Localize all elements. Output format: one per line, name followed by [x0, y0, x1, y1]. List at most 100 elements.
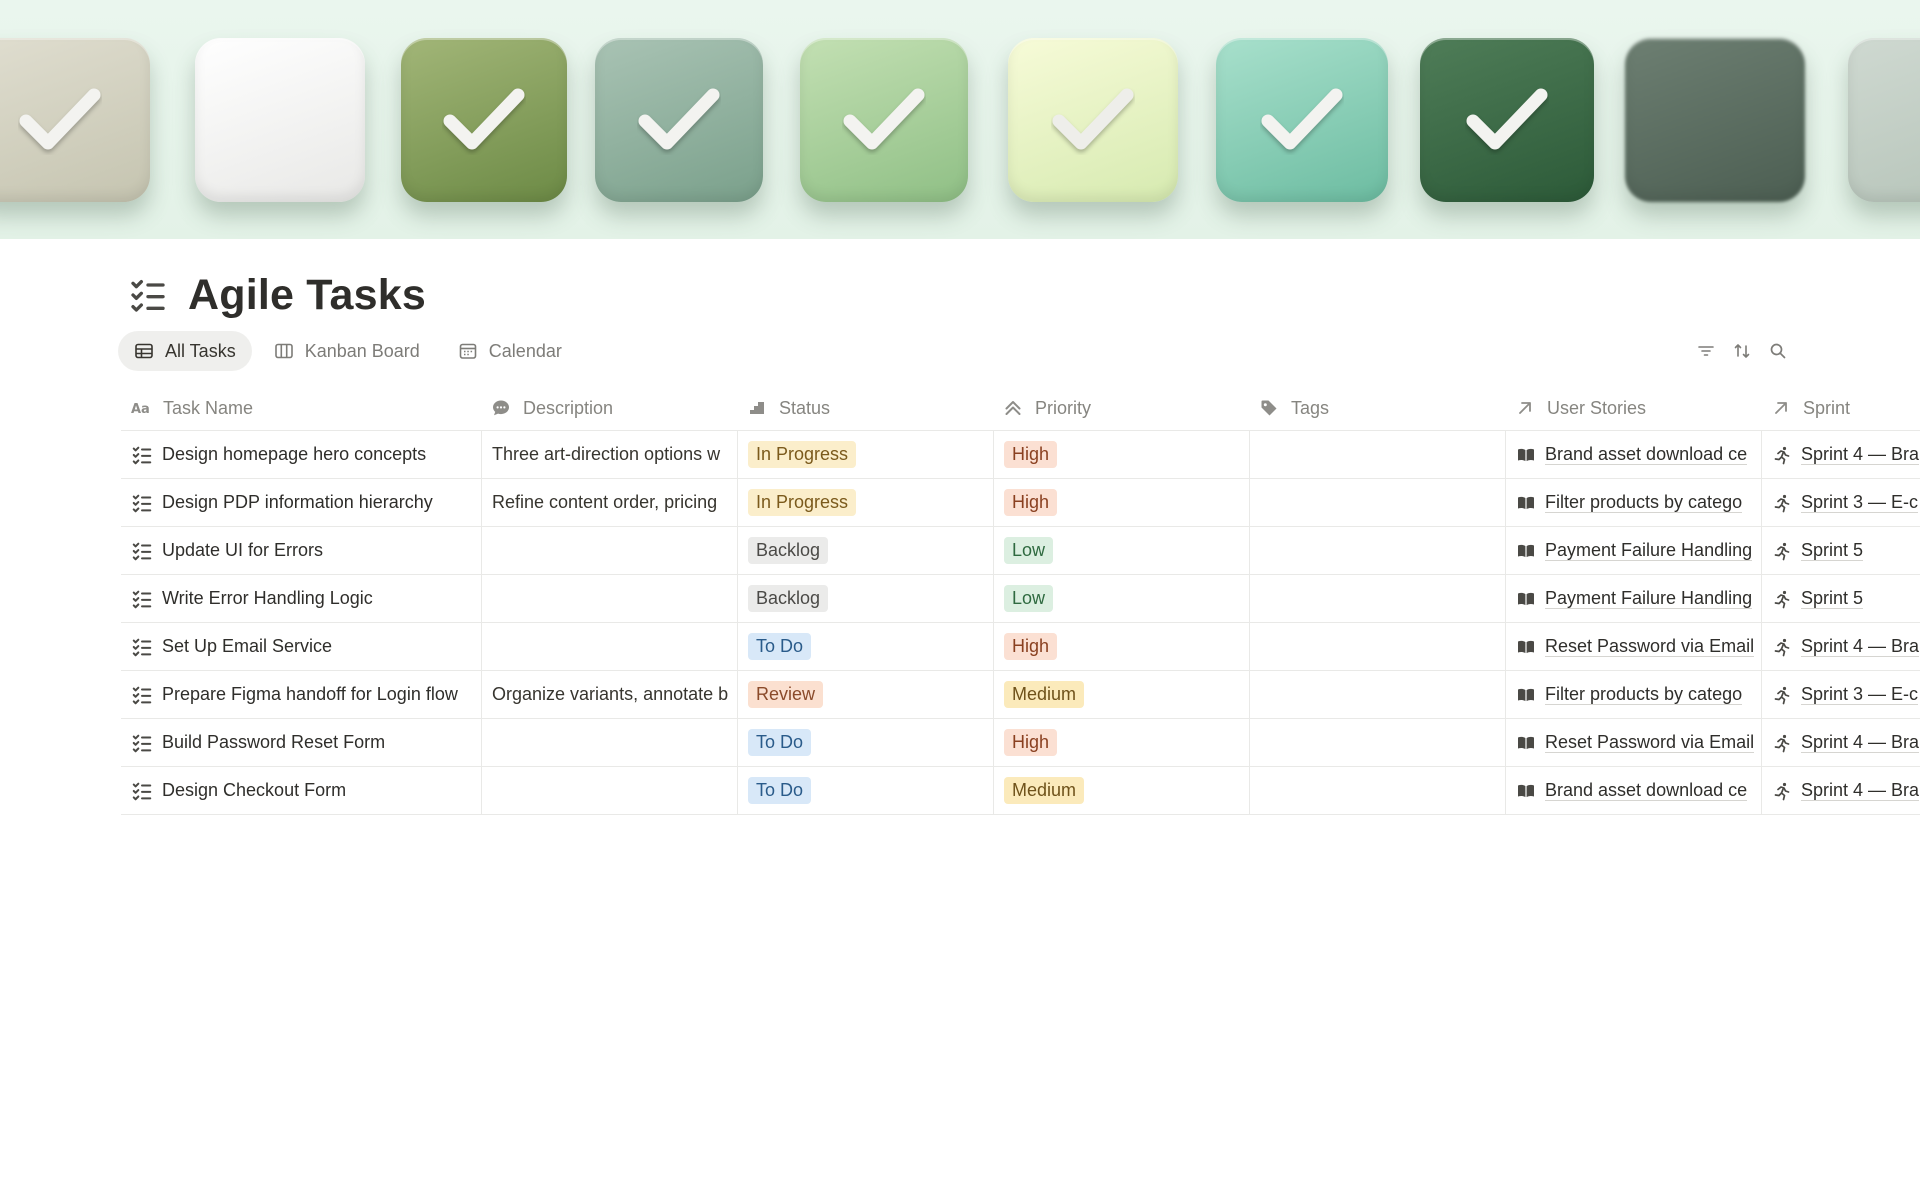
- sprint-cell[interactable]: Sprint 5: [1761, 527, 1920, 574]
- tab-kanban-board[interactable]: Kanban Board: [258, 331, 436, 371]
- tags-cell[interactable]: [1249, 431, 1505, 478]
- filter-icon[interactable]: [1696, 341, 1716, 361]
- task-name[interactable]: Prepare Figma handoff for Login flow: [162, 684, 458, 705]
- column-header-description[interactable]: Description: [481, 386, 737, 430]
- tab-all-tasks[interactable]: All Tasks: [118, 331, 252, 371]
- table-row[interactable]: Design homepage hero concepts Three art-d…: [121, 431, 1920, 479]
- column-header-user-stories[interactable]: User Stories: [1505, 386, 1761, 430]
- status-cell[interactable]: In Progress: [737, 431, 993, 478]
- priority-cell[interactable]: Medium: [993, 671, 1249, 718]
- status-cell[interactable]: To Do: [737, 623, 993, 670]
- table-row[interactable]: Design Checkout Form To Do Medium Brand ass…: [121, 767, 1920, 815]
- priority-cell[interactable]: High: [993, 623, 1249, 670]
- priority-cell[interactable]: Low: [993, 575, 1249, 622]
- user-story-cell[interactable]: Reset Password via Email: [1505, 623, 1761, 670]
- sprint-cell[interactable]: Sprint 5: [1761, 575, 1920, 622]
- task-name[interactable]: Write Error Handling Logic: [162, 588, 373, 609]
- status-cell[interactable]: Backlog: [737, 527, 993, 574]
- sprint-link[interactable]: Sprint 5: [1801, 540, 1864, 561]
- sprint-cell[interactable]: Sprint 3 — E-c: [1761, 671, 1920, 718]
- user-story-cell[interactable]: Payment Failure Handling: [1505, 575, 1761, 622]
- tags-cell[interactable]: [1249, 575, 1505, 622]
- user-story-cell[interactable]: Filter products by catego: [1505, 671, 1761, 718]
- tags-cell[interactable]: [1249, 623, 1505, 670]
- user-story-link[interactable]: Filter products by catego: [1545, 492, 1743, 513]
- task-name[interactable]: Set Up Email Service: [162, 636, 332, 657]
- column-header-priority[interactable]: Priority: [993, 386, 1249, 430]
- status-cell[interactable]: In Progress: [737, 479, 993, 526]
- description-cell[interactable]: Three art-direction options w: [481, 431, 737, 478]
- table-row[interactable]: Build Password Reset Form To Do High Reset …: [121, 719, 1920, 767]
- sprint-link[interactable]: Sprint 5: [1801, 588, 1864, 609]
- column-header-task-name[interactable]: Aa Task Name: [121, 386, 481, 430]
- task-name-cell[interactable]: Design homepage hero concepts: [121, 431, 481, 478]
- user-story-link[interactable]: Brand asset download ce: [1545, 444, 1748, 465]
- sprint-cell[interactable]: Sprint 4 — Bra: [1761, 623, 1920, 670]
- table-row[interactable]: Design PDP information hierarchy Refine c…: [121, 479, 1920, 527]
- task-name-cell[interactable]: Design Checkout Form: [121, 767, 481, 814]
- description-cell[interactable]: [481, 527, 737, 574]
- sprint-link[interactable]: Sprint 4 — Bra: [1801, 732, 1920, 753]
- task-name-cell[interactable]: Write Error Handling Logic: [121, 575, 481, 622]
- status-cell[interactable]: To Do: [737, 767, 993, 814]
- sprint-cell[interactable]: Sprint 4 — Bra: [1761, 719, 1920, 766]
- user-story-cell[interactable]: Brand asset download ce: [1505, 431, 1761, 478]
- task-name[interactable]: Design Checkout Form: [162, 780, 346, 801]
- table-row[interactable]: Prepare Figma handoff for Login flow Orga…: [121, 671, 1920, 719]
- sprint-link[interactable]: Sprint 3 — E-c: [1801, 492, 1919, 513]
- sprint-link[interactable]: Sprint 4 — Bra: [1801, 444, 1920, 465]
- description-cell[interactable]: [481, 623, 737, 670]
- sprint-cell[interactable]: Sprint 3 — E-c: [1761, 479, 1920, 526]
- description-cell[interactable]: [481, 767, 737, 814]
- priority-cell[interactable]: High: [993, 479, 1249, 526]
- priority-cell[interactable]: Medium: [993, 767, 1249, 814]
- table-row[interactable]: Write Error Handling Logic Backlog Low Paym…: [121, 575, 1920, 623]
- tags-cell[interactable]: [1249, 719, 1505, 766]
- task-name[interactable]: Update UI for Errors: [162, 540, 323, 561]
- sprint-link[interactable]: Sprint 3 — E-c: [1801, 684, 1919, 705]
- user-story-cell[interactable]: Brand asset download ce: [1505, 767, 1761, 814]
- sprint-cell[interactable]: Sprint 4 — Bra: [1761, 767, 1920, 814]
- task-name-cell[interactable]: Design PDP information hierarchy: [121, 479, 481, 526]
- tags-cell[interactable]: [1249, 479, 1505, 526]
- priority-cell[interactable]: Low: [993, 527, 1249, 574]
- description-cell[interactable]: [481, 719, 737, 766]
- user-story-link[interactable]: Filter products by catego: [1545, 684, 1743, 705]
- search-icon[interactable]: [1768, 341, 1788, 361]
- task-name-cell[interactable]: Build Password Reset Form: [121, 719, 481, 766]
- status-cell[interactable]: Backlog: [737, 575, 993, 622]
- sprint-link[interactable]: Sprint 4 — Bra: [1801, 636, 1920, 657]
- task-name[interactable]: Build Password Reset Form: [162, 732, 385, 753]
- description-cell[interactable]: Refine content order, pricing: [481, 479, 737, 526]
- task-name[interactable]: Design homepage hero concepts: [162, 444, 426, 465]
- column-header-tags[interactable]: Tags: [1249, 386, 1505, 430]
- user-story-link[interactable]: Reset Password via Email: [1545, 732, 1755, 753]
- user-story-cell[interactable]: Payment Failure Handling: [1505, 527, 1761, 574]
- tags-cell[interactable]: [1249, 767, 1505, 814]
- tab-calendar[interactable]: Calendar: [442, 331, 578, 371]
- priority-cell[interactable]: High: [993, 719, 1249, 766]
- sprint-cell[interactable]: Sprint 4 — Bra: [1761, 431, 1920, 478]
- task-name-cell[interactable]: Update UI for Errors: [121, 527, 481, 574]
- user-story-link[interactable]: Payment Failure Handling: [1545, 540, 1753, 561]
- description-cell[interactable]: [481, 575, 737, 622]
- status-cell[interactable]: To Do: [737, 719, 993, 766]
- task-name[interactable]: Design PDP information hierarchy: [162, 492, 433, 513]
- user-story-link[interactable]: Reset Password via Email: [1545, 636, 1755, 657]
- description-cell[interactable]: Organize variants, annotate b: [481, 671, 737, 718]
- priority-cell[interactable]: High: [993, 431, 1249, 478]
- user-story-cell[interactable]: Reset Password via Email: [1505, 719, 1761, 766]
- user-story-link[interactable]: Payment Failure Handling: [1545, 588, 1753, 609]
- user-story-link[interactable]: Brand asset download ce: [1545, 780, 1748, 801]
- table-row[interactable]: Update UI for Errors Backlog Low Payment Fa…: [121, 527, 1920, 575]
- sprint-link[interactable]: Sprint 4 — Bra: [1801, 780, 1920, 801]
- tags-cell[interactable]: [1249, 671, 1505, 718]
- table-row[interactable]: Set Up Email Service To Do High Reset Passw…: [121, 623, 1920, 671]
- tags-cell[interactable]: [1249, 527, 1505, 574]
- sort-icon[interactable]: [1732, 341, 1752, 361]
- task-name-cell[interactable]: Prepare Figma handoff for Login flow: [121, 671, 481, 718]
- task-name-cell[interactable]: Set Up Email Service: [121, 623, 481, 670]
- column-header-sprint[interactable]: Sprint: [1761, 386, 1920, 430]
- column-header-status[interactable]: Status: [737, 386, 993, 430]
- user-story-cell[interactable]: Filter products by catego: [1505, 479, 1761, 526]
